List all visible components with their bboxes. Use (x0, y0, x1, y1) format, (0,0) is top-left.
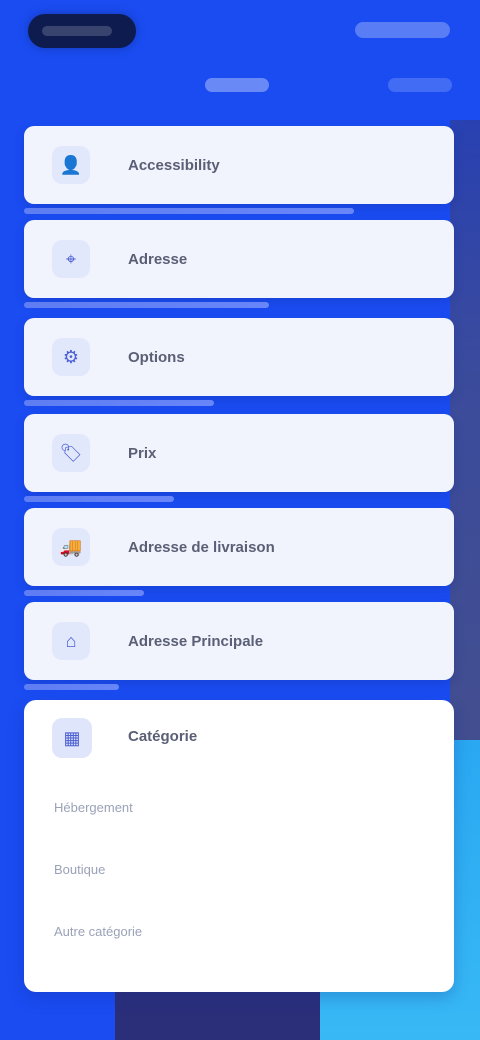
category-icon: ▦ (52, 718, 92, 758)
card-adresse-principale[interactable]: ⌂ Adresse Principale (24, 602, 454, 690)
person-icon: 👤 (52, 146, 90, 184)
progress-bar (24, 496, 174, 502)
settings-icon: ⚙ (52, 338, 90, 376)
category-option[interactable]: Autre catégorie (54, 920, 424, 944)
top-action-button[interactable] (355, 22, 450, 38)
card-options[interactable]: ⚙ Options (24, 318, 454, 406)
category-option[interactable]: Boutique (54, 858, 424, 882)
card-prix[interactable]: 🏷 Prix (24, 414, 454, 502)
category-option[interactable]: Hébergement (54, 796, 424, 820)
progress-bar (24, 208, 354, 214)
tab-bar (0, 70, 480, 100)
tab-secondary[interactable] (388, 78, 452, 92)
card-label: Prix (128, 445, 157, 462)
card-adresse[interactable]: ⌖ Adresse (24, 220, 454, 308)
progress-bar (24, 590, 144, 596)
progress-bar (24, 684, 119, 690)
card-label: Adresse (128, 251, 188, 268)
card-accessibility[interactable]: 👤 Accessibility (24, 126, 454, 214)
background-navy-bar (115, 992, 320, 1040)
app-header (0, 0, 480, 110)
progress-bar (24, 400, 214, 406)
panel-label: Catégorie (128, 728, 198, 745)
card-label: Adresse de livraison (128, 539, 275, 556)
location-icon: ⌖ (52, 240, 90, 278)
category-panel-header[interactable]: ▦ Catégorie (24, 700, 454, 772)
card-label: Accessibility (128, 157, 220, 174)
card-adresse-livraison[interactable]: 🚚 Adresse de livraison (24, 508, 454, 596)
progress-bar (24, 302, 269, 308)
card-label: Adresse Principale (128, 633, 264, 650)
background-dark-strip (450, 120, 480, 760)
tab-active[interactable] (205, 78, 269, 92)
app-logo[interactable] (28, 14, 136, 48)
home-icon: ⌂ (52, 622, 90, 660)
tag-icon: 🏷 (52, 434, 90, 472)
category-panel: ▦ Catégorie Hébergement Boutique Autre c… (24, 700, 454, 992)
card-label: Options (128, 349, 185, 366)
truck-icon: 🚚 (52, 528, 90, 566)
